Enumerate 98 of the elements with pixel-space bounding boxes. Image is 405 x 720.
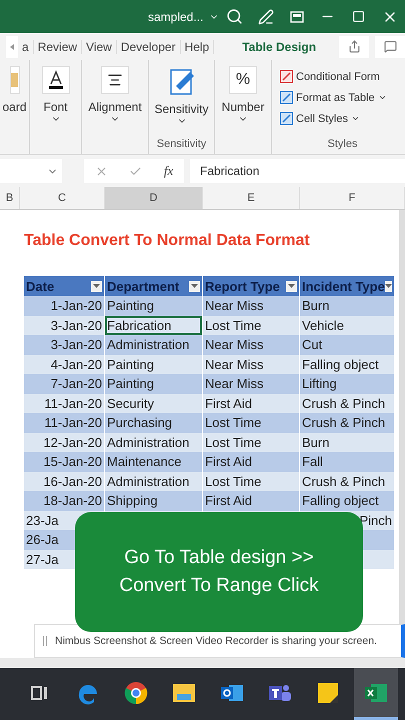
table-cell: Fabrication (105, 316, 203, 335)
table-cell: Fall (300, 452, 395, 472)
sheet-heading: Table Convert To Normal Data Format (24, 232, 310, 249)
browser-icon (124, 680, 148, 704)
table-cell: 18-Jan-20 (24, 491, 105, 510)
table-cell: 11-Jan-20 (24, 394, 105, 413)
scroll-left-icon[interactable] (10, 44, 14, 50)
filter-dropdown-icon[interactable] (191, 284, 198, 288)
table-cell: Cut (300, 335, 395, 354)
ribbon-tab[interactable]: Review (34, 40, 82, 54)
search-icon[interactable] (226, 8, 244, 25)
table-cell: Lost Time (203, 472, 300, 491)
table-cell: Administration (105, 335, 203, 354)
column-header[interactable]: D (105, 187, 203, 209)
ribbon-tab[interactable]: Help (180, 40, 214, 54)
table-cell: Falling object (300, 491, 395, 510)
number-button[interactable]: Number (222, 100, 264, 114)
cell-style-icon (280, 112, 293, 125)
table-cell: 3-Jan-20 (24, 335, 105, 354)
instruction-text: Go To Table design >> Convert To Range Click (119, 546, 319, 598)
notification-text: Nimbus Screenshot & Screen Video Recorder is sharing your screen. (55, 635, 377, 647)
table-cell: Painting (105, 296, 203, 316)
conditional-format-icon (280, 70, 293, 83)
sticky-note-icon (317, 682, 339, 704)
table-format-icon (280, 91, 293, 104)
table-cell: First Aid (203, 452, 300, 472)
styles-menu-item[interactable]: Cell Styles (280, 108, 360, 129)
group-label[interactable]: oard (2, 100, 27, 114)
table-cell: Administration (105, 432, 203, 452)
table-cell: 4-Jan-20 (24, 354, 105, 374)
filter-dropdown-icon[interactable] (288, 284, 295, 288)
table-cell: Near Miss (203, 374, 300, 394)
task-view-icon (31, 684, 49, 702)
table-header[interactable]: Date (24, 276, 105, 296)
number-format-icon[interactable]: % (229, 66, 257, 94)
alignment-button[interactable]: Alignment (88, 100, 142, 114)
table-cell: 16-Jan-20 (24, 472, 105, 491)
table-cell: Near Miss (203, 354, 300, 374)
table-cell: 1-Jan-20 (24, 296, 105, 316)
table-cell: Burn (300, 432, 395, 452)
folder-icon (172, 682, 196, 704)
table-cell: Near Miss (203, 335, 300, 354)
table-cell: Crush & Pinch (300, 472, 395, 491)
table-cell: Shipping (105, 491, 203, 510)
ribbon-tab[interactable]: Developer (116, 40, 181, 54)
table-cell: 15-Jan-20 (24, 452, 105, 472)
styles-menu-item[interactable]: Format as Table (280, 87, 387, 108)
table-header[interactable]: Incident Type (300, 276, 395, 296)
ribbon-tab[interactable]: a (18, 40, 34, 54)
table-cell: Painting (105, 354, 203, 374)
table-cell: First Aid (203, 394, 300, 413)
table-cell: Security (105, 394, 203, 413)
table-cell: 12-Jan-20 (24, 432, 105, 452)
table-cell: Lost Time (203, 432, 300, 452)
table-cell: Crush & Pinch (300, 394, 395, 413)
pen-icon[interactable] (258, 8, 274, 24)
table-cell: Vehicle (300, 316, 395, 335)
share-icon[interactable] (348, 40, 360, 53)
caret-icon (378, 93, 387, 102)
ribbon-display-icon[interactable] (290, 10, 304, 22)
table-header[interactable]: Report Type (203, 276, 300, 296)
table-cell: Painting (105, 374, 203, 394)
table-cell: 7-Jan-20 (24, 374, 105, 394)
comment-icon[interactable] (384, 40, 396, 53)
sensitivity-button[interactable]: Sensitivity (154, 102, 209, 116)
insert-function-button[interactable]: fx (164, 163, 174, 179)
table-header[interactable]: Department (105, 276, 203, 296)
drag-handle-icon[interactable] (43, 636, 47, 646)
group-label: Styles (328, 138, 358, 150)
maximize-icon[interactable] (352, 10, 366, 23)
filter-dropdown-icon[interactable] (384, 284, 392, 288)
table-cell: Lifting (300, 374, 395, 394)
alignment-icon[interactable] (107, 72, 123, 88)
font-button[interactable]: Font (43, 100, 68, 114)
ribbon-tab[interactable]: Table Design (238, 40, 320, 54)
table-cell: Near Miss (203, 296, 300, 316)
table-cell: Purchasing (105, 413, 203, 432)
table-cell: Lost Time (203, 316, 300, 335)
table-cell: First Aid (203, 491, 300, 510)
clipboard-icon[interactable] (10, 70, 18, 90)
filter-dropdown-icon[interactable] (93, 284, 100, 288)
caret-icon (350, 114, 360, 123)
font-color-icon[interactable] (42, 66, 70, 94)
formula-input[interactable]: Fabrication (190, 159, 405, 183)
table-cell: Falling object (300, 354, 395, 374)
file-name[interactable]: sampled... (148, 10, 220, 24)
table-cell: Burn (300, 296, 395, 316)
group-label: Sensitivity (156, 138, 206, 150)
ribbon-tab[interactable]: View (82, 40, 117, 54)
taskbar-button[interactable] (354, 668, 398, 720)
table-cell: Lost Time (203, 413, 300, 432)
table-cell: 3-Jan-20 (24, 316, 105, 335)
table-cell: 11-Jan-20 (24, 413, 105, 432)
table-cell: Crush & Pinch (300, 413, 395, 432)
styles-menu-item[interactable]: Conditional Form (280, 66, 380, 87)
table-cell: Administration (105, 472, 203, 491)
table-cell: Maintenance (105, 452, 203, 472)
spreadsheet-app-icon (364, 682, 388, 704)
